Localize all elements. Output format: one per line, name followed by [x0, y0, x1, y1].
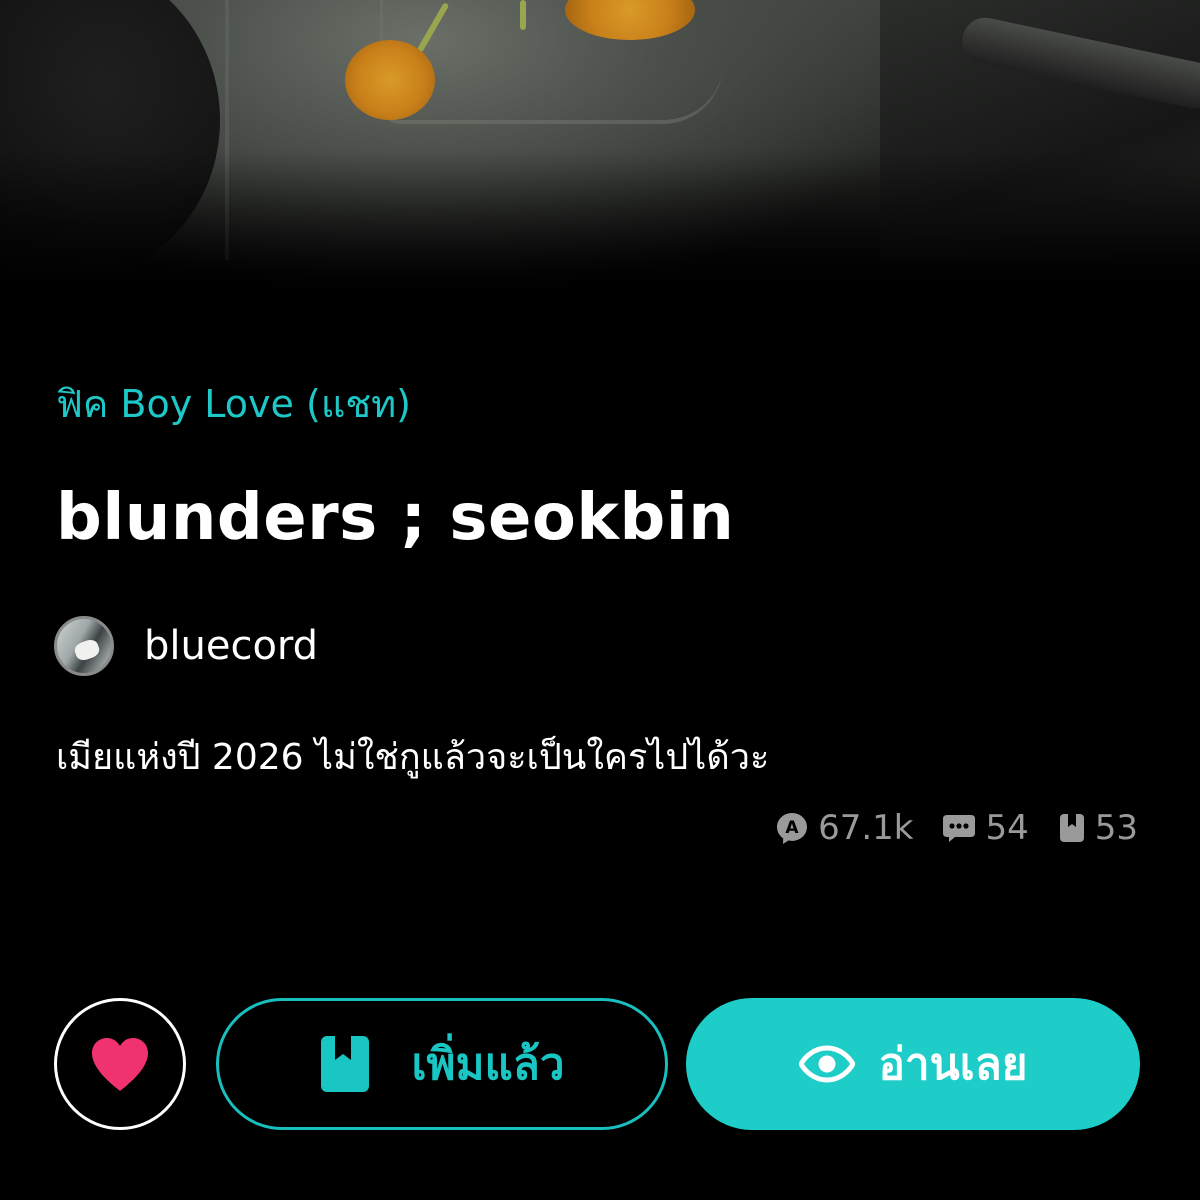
- cover-fade-overlay: [0, 150, 1200, 300]
- added-button-label: เพิ่มแล้ว: [411, 1039, 565, 1090]
- author-name[interactable]: bluecord: [144, 623, 318, 669]
- like-button[interactable]: [54, 998, 186, 1130]
- story-title: blunders ; seokbin: [56, 481, 735, 555]
- story-synopsis: เมียแห่งปี 2026 ไม่ใช่กูแล้วจะเป็นใครไปไ…: [56, 737, 770, 778]
- eye-icon: [798, 1045, 855, 1083]
- added-to-library-button[interactable]: เพิ่มแล้ว: [216, 998, 668, 1130]
- story-detail-screen: ฟิค Boy Love (แชท) blunders ; seokbin bl…: [0, 0, 1200, 1200]
- reads-icon: A: [777, 813, 808, 844]
- read-now-button[interactable]: อ่านเลย: [686, 998, 1140, 1130]
- stat-comments: 54: [941, 808, 1029, 848]
- cover-flower: [345, 40, 435, 120]
- avatar-guitar-shape: [72, 637, 102, 663]
- comments-count: 54: [985, 808, 1029, 848]
- bookmarks-count: 53: [1094, 808, 1138, 848]
- bookmark-icon: [1059, 814, 1084, 842]
- svg-text:A: A: [785, 818, 799, 838]
- cover-image: [0, 0, 1200, 300]
- story-stats: A 67.1k 54 53: [774, 808, 1138, 848]
- author-avatar[interactable]: [54, 616, 114, 676]
- heart-icon: [92, 1038, 148, 1091]
- read-button-label: อ่านเลย: [878, 1039, 1028, 1090]
- author-row[interactable]: bluecord: [54, 616, 318, 676]
- stat-views: A 67.1k: [774, 808, 913, 848]
- book-bookmark-icon: [321, 1036, 370, 1092]
- stat-bookmarks: 53: [1057, 808, 1138, 848]
- comments-icon: [943, 815, 976, 842]
- story-category-link[interactable]: ฟิค Boy Love (แชท): [56, 378, 411, 430]
- views-count: 67.1k: [818, 808, 914, 848]
- cover-flower-stem: [520, 0, 526, 30]
